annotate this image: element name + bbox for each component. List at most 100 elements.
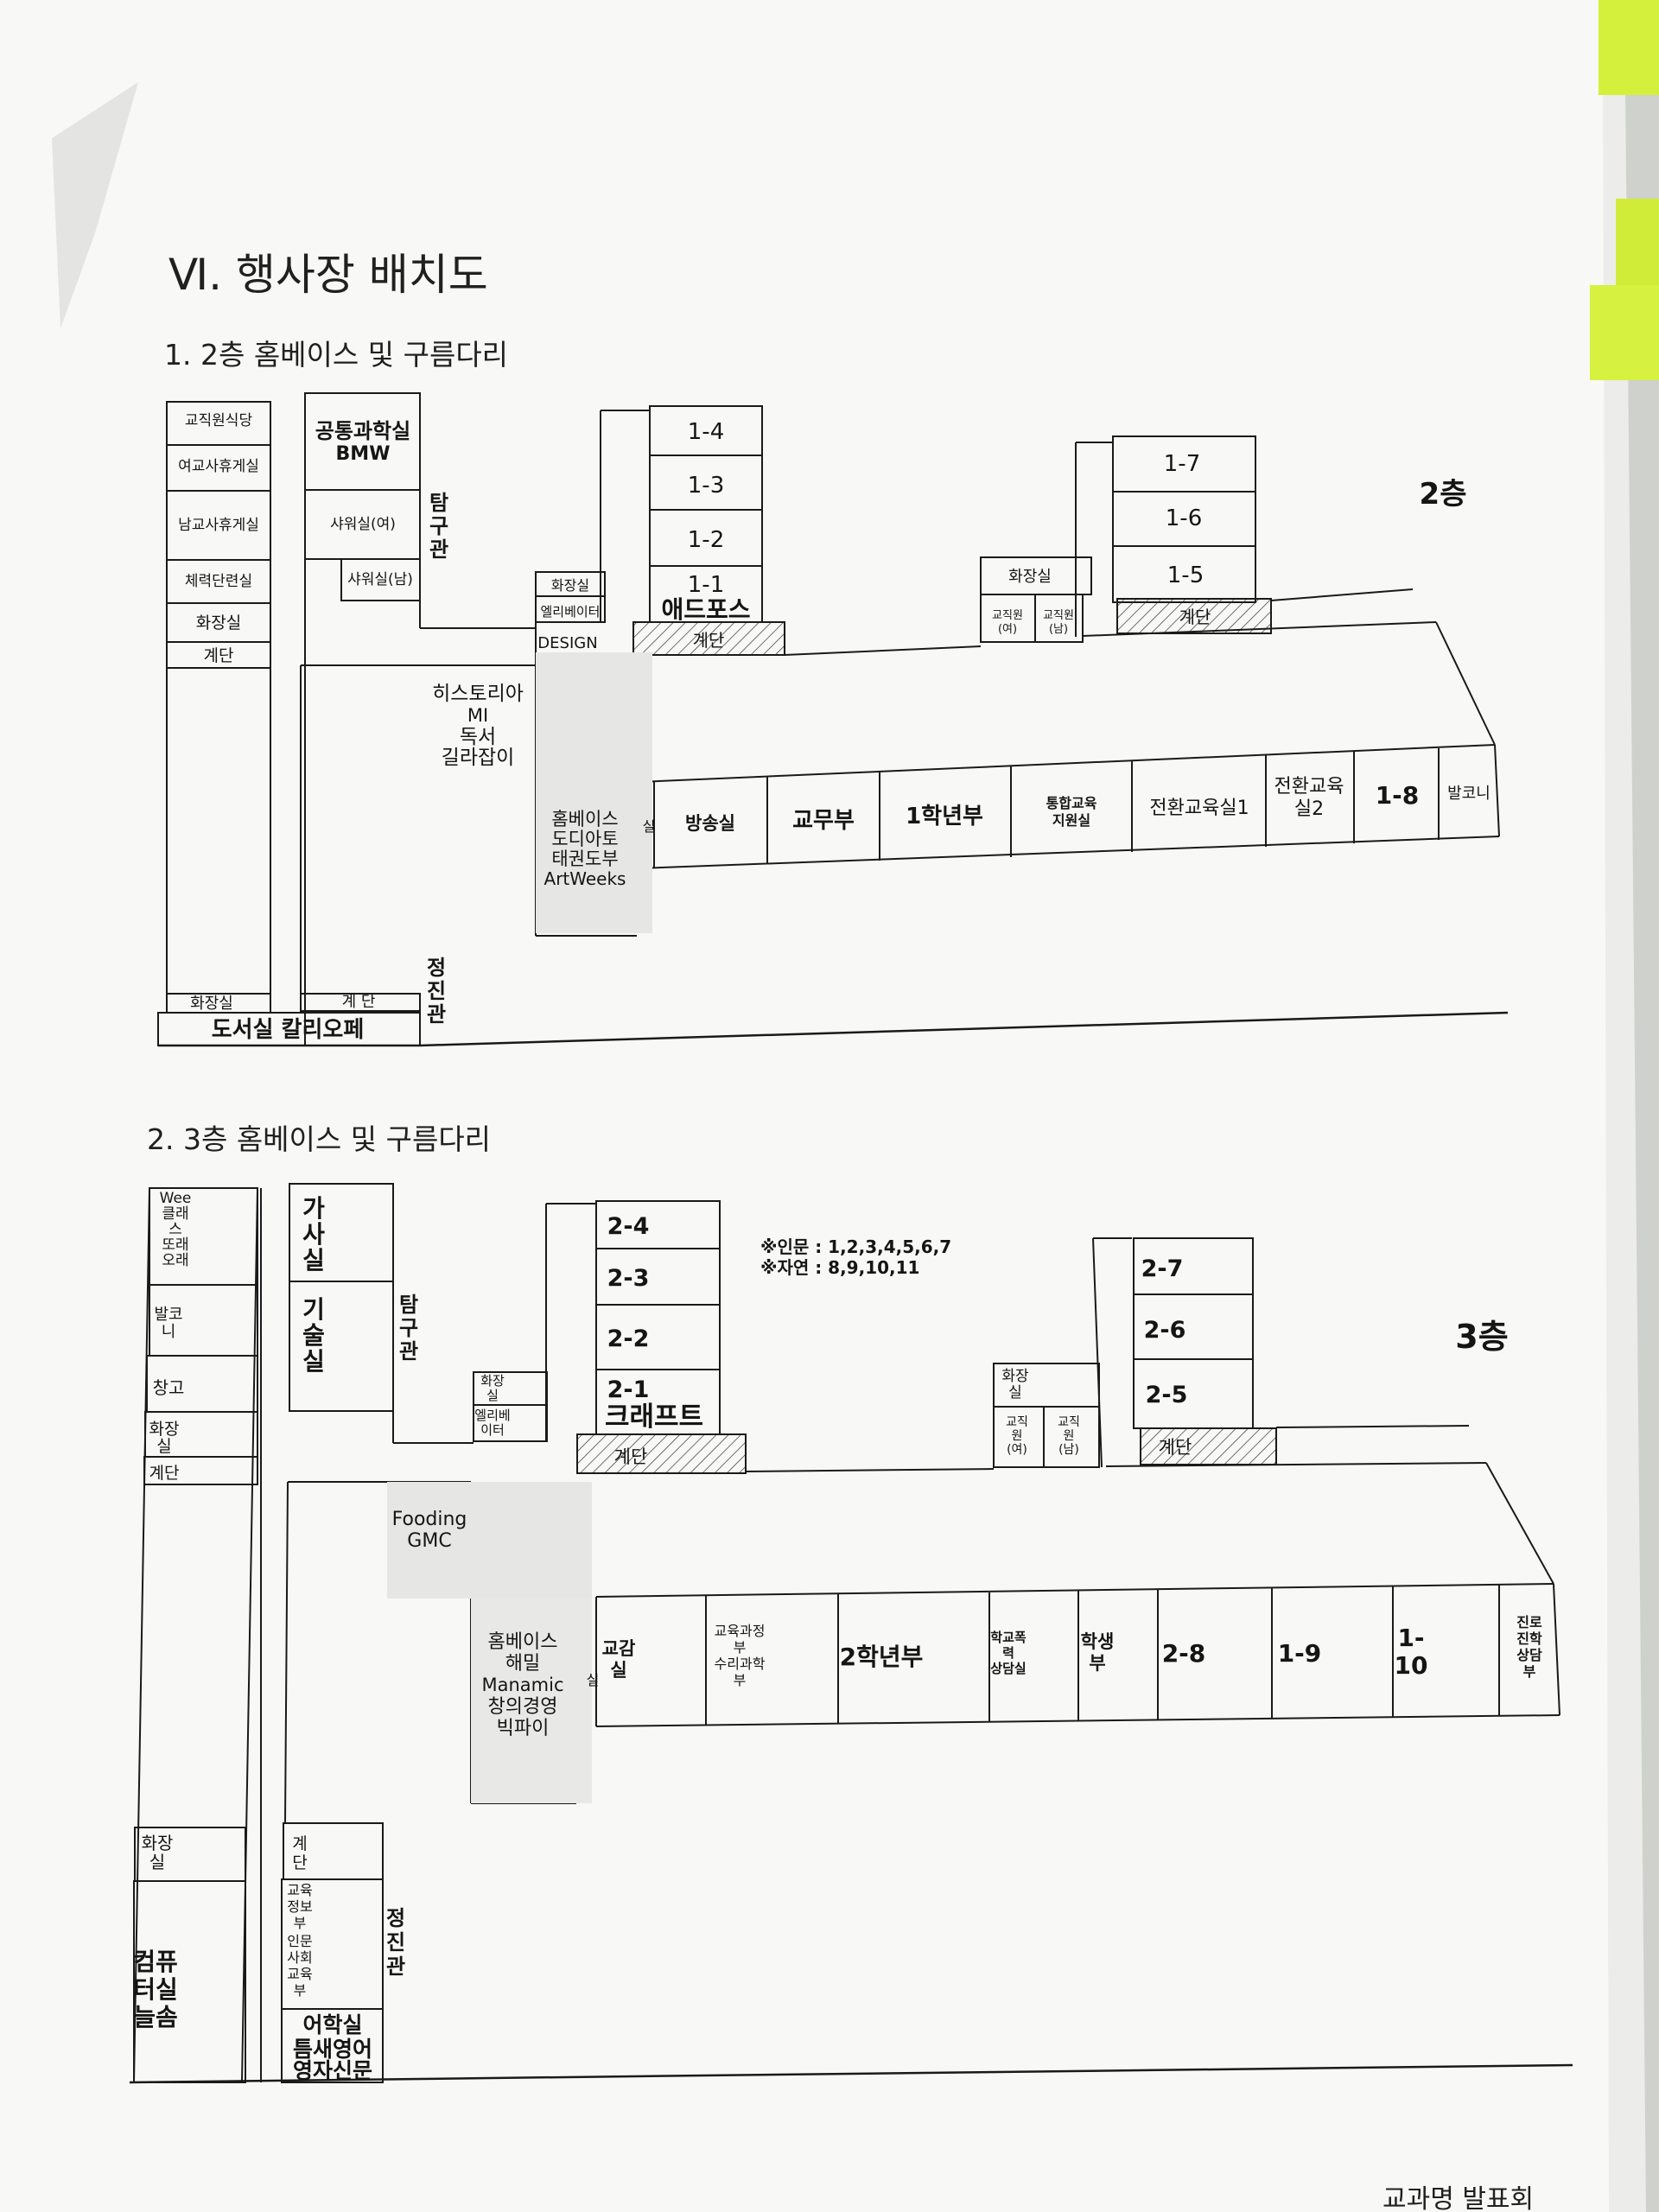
label-counsel-2: 력: [1002, 1645, 1014, 1661]
label-transition2: 전환교육: [1274, 776, 1344, 798]
label-room-1-10: 1-: [1397, 1624, 1424, 1652]
label-bmw: BMW: [336, 443, 391, 465]
label-computer-2: 터실: [133, 1975, 178, 2004]
label-stairs: 계단: [204, 646, 234, 665]
label-career: 진로: [1516, 1614, 1542, 1630]
label-curriculum-2: 부: [734, 1639, 747, 1656]
label-tech-3: 실: [302, 1347, 325, 1376]
label-female-lounge: 여교사휴게실: [178, 458, 259, 475]
label-staff-female-3: (여): [1007, 1443, 1027, 1457]
label-stairs-bottom-2: 단: [292, 1853, 307, 1872]
label-room-2-5: 2-5: [1146, 1382, 1188, 1408]
label-room-2-1: 2-1: [607, 1376, 650, 1403]
label-design: DESIGN: [537, 634, 597, 652]
label-dept: 부: [294, 1982, 307, 1999]
label-room-2-6: 2-6: [1144, 1317, 1186, 1344]
label-room-1-6: 1-6: [1166, 505, 1202, 531]
label-transition1: 전환교육실1: [1149, 798, 1249, 819]
label-homebase-club1: 도디아토: [551, 829, 618, 849]
label-staff-female-sub: (여): [998, 623, 1017, 636]
label-edu-info-2: 정보: [287, 1898, 312, 1915]
label-mi: MI: [467, 705, 488, 726]
label-stairs-bottom: 계 단: [342, 993, 376, 1011]
label-jeongjin-3: 관: [427, 1002, 446, 1027]
label-room-1-5: 1-5: [1167, 563, 1204, 588]
label-education: 교육: [287, 1966, 312, 1982]
label-staff-male: 교직: [1058, 1415, 1080, 1429]
label-restroom-bottom: 화장: [142, 1833, 174, 1853]
note-humanities: ※인문 : 1,2,3,4,5,6,7: [760, 1236, 951, 1257]
label-room-2-4: 2-4: [607, 1213, 650, 1240]
label-elevator: 엘리베이터: [540, 604, 600, 620]
label-stairs-right: 계단: [1179, 607, 1211, 627]
label-neulsom: 늘솜: [133, 2003, 178, 2031]
label-stairs-mid: 계단: [693, 630, 725, 651]
label-tamgu-3: 관: [399, 1339, 418, 1363]
label-room-1-3: 1-3: [688, 473, 724, 499]
label-vice-principal-sub: 실: [610, 1660, 626, 1681]
label-tamgu-2: 구: [429, 514, 448, 538]
label-balcony: 발코니: [1447, 785, 1491, 803]
label-grade2: 2학년부: [840, 1643, 924, 1671]
label-restroom: 화장: [149, 1420, 180, 1439]
label-cut-char: 실: [643, 818, 656, 835]
label-restroom-mid-sub: 실: [486, 1388, 499, 1403]
label-staff-male-sub: (남): [1049, 623, 1068, 636]
stairs-hatched: [576, 1433, 747, 1474]
label-home-ec-3: 실: [302, 1246, 325, 1274]
label-staff-female: 교직: [1006, 1415, 1028, 1429]
label-restroom-right: 화장: [1001, 1368, 1029, 1385]
sticky-note-tab: [1590, 285, 1659, 380]
label-newspaper: 영자신문: [293, 2058, 372, 2083]
label-room-1-2: 1-2: [688, 527, 724, 553]
label-stairs-right: 계단: [1159, 1437, 1192, 1458]
label-shower-female: 샤워실(여): [330, 516, 396, 533]
label-grade1: 1학년부: [906, 804, 983, 830]
label-creative: 창의경영: [488, 1696, 558, 1718]
label-tamgu-1: 탐: [399, 1293, 418, 1317]
label-male-lounge: 남교사휴게실: [178, 517, 259, 534]
label-staff-female: 교직원: [992, 609, 1023, 622]
homebase-area: [536, 652, 652, 933]
label-reading: 독서: [460, 726, 496, 748]
label-room-1-1: 1-1: [688, 572, 724, 598]
label-restroom-sub: 실: [156, 1437, 171, 1456]
label-tamgu-3: 관: [429, 537, 448, 562]
label-language: 어학실: [302, 2012, 362, 2037]
label-cut-char: 실: [587, 1672, 600, 1688]
label-restroom-right-sub: 실: [1008, 1384, 1022, 1402]
label-room-2-7: 2-7: [1141, 1255, 1184, 1282]
label-jeongjin-3: 관: [386, 1955, 405, 1979]
label-computer: 컴퓨: [133, 1948, 178, 1976]
label-library: 도서실 칼리오페: [212, 1017, 365, 1043]
label-integrated: 통합교육: [1046, 795, 1097, 811]
label-career-3: 상담: [1516, 1647, 1542, 1663]
label-tamgu-2: 구: [399, 1316, 418, 1340]
label-manamic: Manamic: [481, 1675, 563, 1695]
sticky-note-tab: [1599, 0, 1659, 95]
label-room-1-4: 1-4: [688, 419, 724, 445]
label-stairs: 계단: [149, 1464, 180, 1483]
label-edu-info-3: 부: [294, 1915, 307, 1931]
label-tech-2: 술: [302, 1321, 325, 1350]
label-storage: 창고: [153, 1377, 185, 1398]
floor-plan-document: Ⅵ. 행사장 배치도 1. 2층 홈베이스 및 구름다리 2. 3층 홈베이스 …: [0, 0, 1659, 2212]
label-jeongjin-2: 진: [386, 1930, 405, 1955]
label-balcony: 발코: [154, 1306, 182, 1324]
label-room-1-8: 1-8: [1376, 781, 1420, 810]
footer-text: 교과명 발표회: [1382, 2184, 1534, 2212]
label-haemil: 해밀: [505, 1653, 540, 1675]
label-restroom-right: 화장실: [1008, 568, 1052, 586]
label-staff-cafeteria: 교직원식당: [185, 412, 253, 429]
label-gmc: GMC: [407, 1530, 451, 1552]
label-fooding: Fooding: [392, 1509, 467, 1530]
label-common-science: 공통과학실: [315, 419, 410, 443]
label-peer: 또래: [162, 1236, 188, 1254]
label-stairs-bottom: 계: [292, 1834, 307, 1853]
label-jeongjin-2: 진: [427, 979, 446, 1003]
label-balcony-sub: 니: [162, 1323, 176, 1341]
label-homebase: 홈베이스: [488, 1631, 558, 1653]
label-staff-male-3: (남): [1058, 1443, 1079, 1457]
label-room-1-9: 1-9: [1278, 1639, 1322, 1668]
label-restroom-mid: 화장실: [551, 577, 589, 594]
